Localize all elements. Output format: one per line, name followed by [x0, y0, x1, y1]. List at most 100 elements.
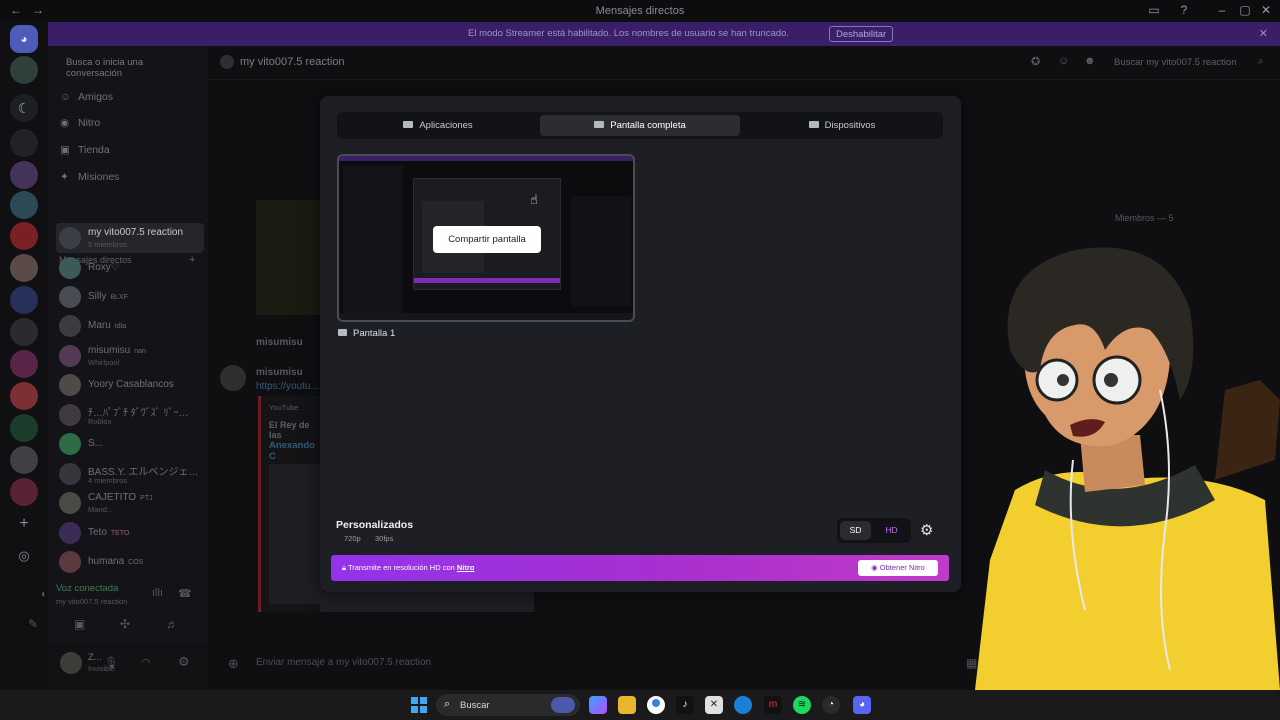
sidebar-search-input[interactable]: Busca o inicia una conversación [56, 54, 200, 79]
disconnect-icon[interactable]: ☎ [178, 587, 192, 600]
banner-message: El modo Streamer está habilitado. Los no… [468, 28, 790, 39]
pin-icon[interactable]: ✪ [1031, 55, 1040, 68]
quality-hd-button[interactable]: HD [875, 521, 908, 540]
add-server-icon[interactable]: + [10, 510, 38, 538]
server-icon[interactable] [10, 286, 38, 314]
server-icon[interactable]: ☾ [10, 94, 38, 122]
get-nitro-button[interactable]: ◉ Obtener Nitro [858, 560, 938, 576]
eye-right [1104, 373, 1118, 387]
server-icon[interactable] [10, 161, 38, 189]
dm-item[interactable]: ﾁ…ﾊﾟﾌﾞﾁ ﾀﾞﾜﾞｽﾞ ﾘﾞｰ… Roblox [56, 400, 204, 430]
discord-home-icon[interactable]: ◕ [10, 25, 38, 53]
tab-label: Dispositivos [824, 120, 876, 131]
screen-preview-tile[interactable]: Compartir pantalla ☝ [337, 154, 635, 322]
nav-item-friends[interactable]: ☺ Amigos [60, 91, 113, 103]
dm-item[interactable]: Teto TETO [56, 518, 204, 548]
share-screen-button[interactable]: Compartir pantalla [433, 226, 541, 253]
add-attachment-icon[interactable]: ⊕ [228, 656, 239, 672]
dm-item[interactable]: Roxy♡ [56, 253, 204, 283]
channel-title: my vito007.5 reaction [240, 56, 345, 68]
edge-icon[interactable] [734, 696, 752, 714]
server-icon[interactable] [10, 222, 38, 250]
server-icon[interactable] [10, 129, 38, 157]
spotify-icon[interactable]: ≋ [793, 696, 811, 714]
quality-sd-button[interactable]: SD [840, 521, 871, 540]
soundboard-icon[interactable]: ♬ [166, 617, 178, 631]
dm-tag: TETO [110, 530, 130, 537]
noise-icon[interactable]: ıllı [152, 587, 163, 599]
embed-source: YouTube [269, 403, 299, 412]
capcut-icon[interactable]: ✕ [705, 696, 723, 714]
chrome-icon[interactable] [647, 696, 665, 714]
help-icon[interactable]: ? [1170, 3, 1198, 17]
character-overlay [975, 247, 1280, 690]
server-icon[interactable] [10, 350, 38, 378]
server-icon[interactable] [10, 414, 38, 442]
close-window-button[interactable]: ✕ [1252, 3, 1280, 17]
get-nitro-label: Obtener Nitro [879, 563, 925, 572]
windows-taskbar: ⌕ Buscar ♪ ✕ m ≋ ◔ ◕ [0, 690, 1280, 720]
search-icon: ⌕ [1258, 56, 1264, 67]
nitro-icon: ◉ [871, 563, 880, 572]
screen-share-icon[interactable]: ▣ [74, 617, 85, 631]
server-icon[interactable] [10, 318, 38, 346]
microphone-icon[interactable]: 🎙︎ [104, 656, 118, 669]
obs-icon[interactable]: ◔ [822, 696, 840, 714]
activities-icon[interactable]: ✣ [120, 617, 130, 631]
tab-label: Aplicaciones [419, 120, 473, 131]
dm-item[interactable]: S... [56, 429, 204, 459]
message-link[interactable]: https://youtu... [256, 381, 319, 392]
dm-item[interactable]: humana COS [56, 547, 204, 577]
embed-link[interactable]: Anexando C [269, 440, 320, 462]
dm-item[interactable]: BASS.Y. エルベンジェ… 4 miembros [56, 459, 204, 489]
message-author: misumisu [256, 367, 303, 378]
explore-icon[interactable]: ◎ [10, 542, 38, 570]
taskbar-search-label: Buscar [460, 700, 490, 711]
member-list-icon[interactable]: ☻ [1084, 55, 1096, 67]
nitro-link[interactable]: Nitro [457, 563, 475, 572]
user-name: Z... [88, 652, 102, 663]
server-icon[interactable] [10, 446, 38, 474]
nav-item-quests[interactable]: ✦ Misiones [60, 171, 119, 183]
server-icon[interactable] [10, 478, 38, 506]
server-icon[interactable] [10, 191, 38, 219]
stream-settings-gear-icon[interactable]: ⚙ [920, 521, 933, 539]
discord-icon[interactable]: ◕ [853, 696, 871, 714]
close-banner-icon[interactable]: ✕ [1259, 27, 1268, 40]
file-explorer-icon[interactable] [618, 696, 636, 714]
avatar [59, 257, 81, 279]
tab-devices[interactable]: Dispositivos [744, 115, 940, 136]
copilot-icon[interactable] [589, 696, 607, 714]
server-icon[interactable] [10, 382, 38, 410]
dm-item[interactable]: misumisu nan Whirlpool [56, 341, 204, 371]
tiktok-icon[interactable]: ♪ [676, 696, 694, 714]
server-icon[interactable] [10, 56, 38, 84]
add-friends-icon[interactable]: ☺ [1058, 55, 1069, 67]
avatar [59, 345, 81, 367]
dm-item[interactable]: Silly BLXF [56, 282, 204, 312]
inbox-icon[interactable]: ▭ [1140, 3, 1168, 17]
preview-taskbar [339, 313, 633, 320]
dm-item[interactable]: my vito007.5 reaction 5 miembros [56, 223, 204, 253]
avatar [59, 433, 81, 455]
camera-off-icon[interactable]: ✎ [28, 617, 38, 631]
start-button[interactable] [411, 697, 427, 713]
headphones-icon[interactable]: ◠ [141, 656, 151, 669]
voice-channel[interactable]: my vito007.5 reaction [40, 597, 127, 606]
taskbar-search[interactable]: ⌕ Buscar [436, 694, 580, 716]
tab-applications[interactable]: Aplicaciones [340, 115, 536, 136]
nav-item-shop[interactable]: ▣ Tienda [60, 144, 110, 156]
nav-item-nitro[interactable]: ◉ Nitro [60, 117, 100, 129]
messenger-app-icon[interactable]: m [764, 696, 782, 714]
avatar[interactable] [60, 652, 82, 674]
dm-item[interactable]: CAJETITO PTJ Mand... [56, 488, 204, 518]
disable-streamer-button[interactable]: Deshabilitar [829, 26, 894, 42]
dm-item[interactable]: Maru Idla [56, 311, 204, 341]
server-icon[interactable] [10, 254, 38, 282]
tab-full-screen[interactable]: Pantalla completa [540, 115, 740, 136]
settings-gear-icon[interactable]: ⚙ [178, 654, 190, 670]
chat-search-input[interactable]: Buscar my vito007.5 reaction [1114, 57, 1237, 68]
dm-item[interactable]: Yoory Casablancos [56, 370, 204, 400]
voice-panel: ◖ Voz conectada my vito007.5 reaction ıl… [28, 581, 206, 641]
message-input[interactable]: Enviar mensaje a my vito007.5 reaction [256, 657, 431, 668]
